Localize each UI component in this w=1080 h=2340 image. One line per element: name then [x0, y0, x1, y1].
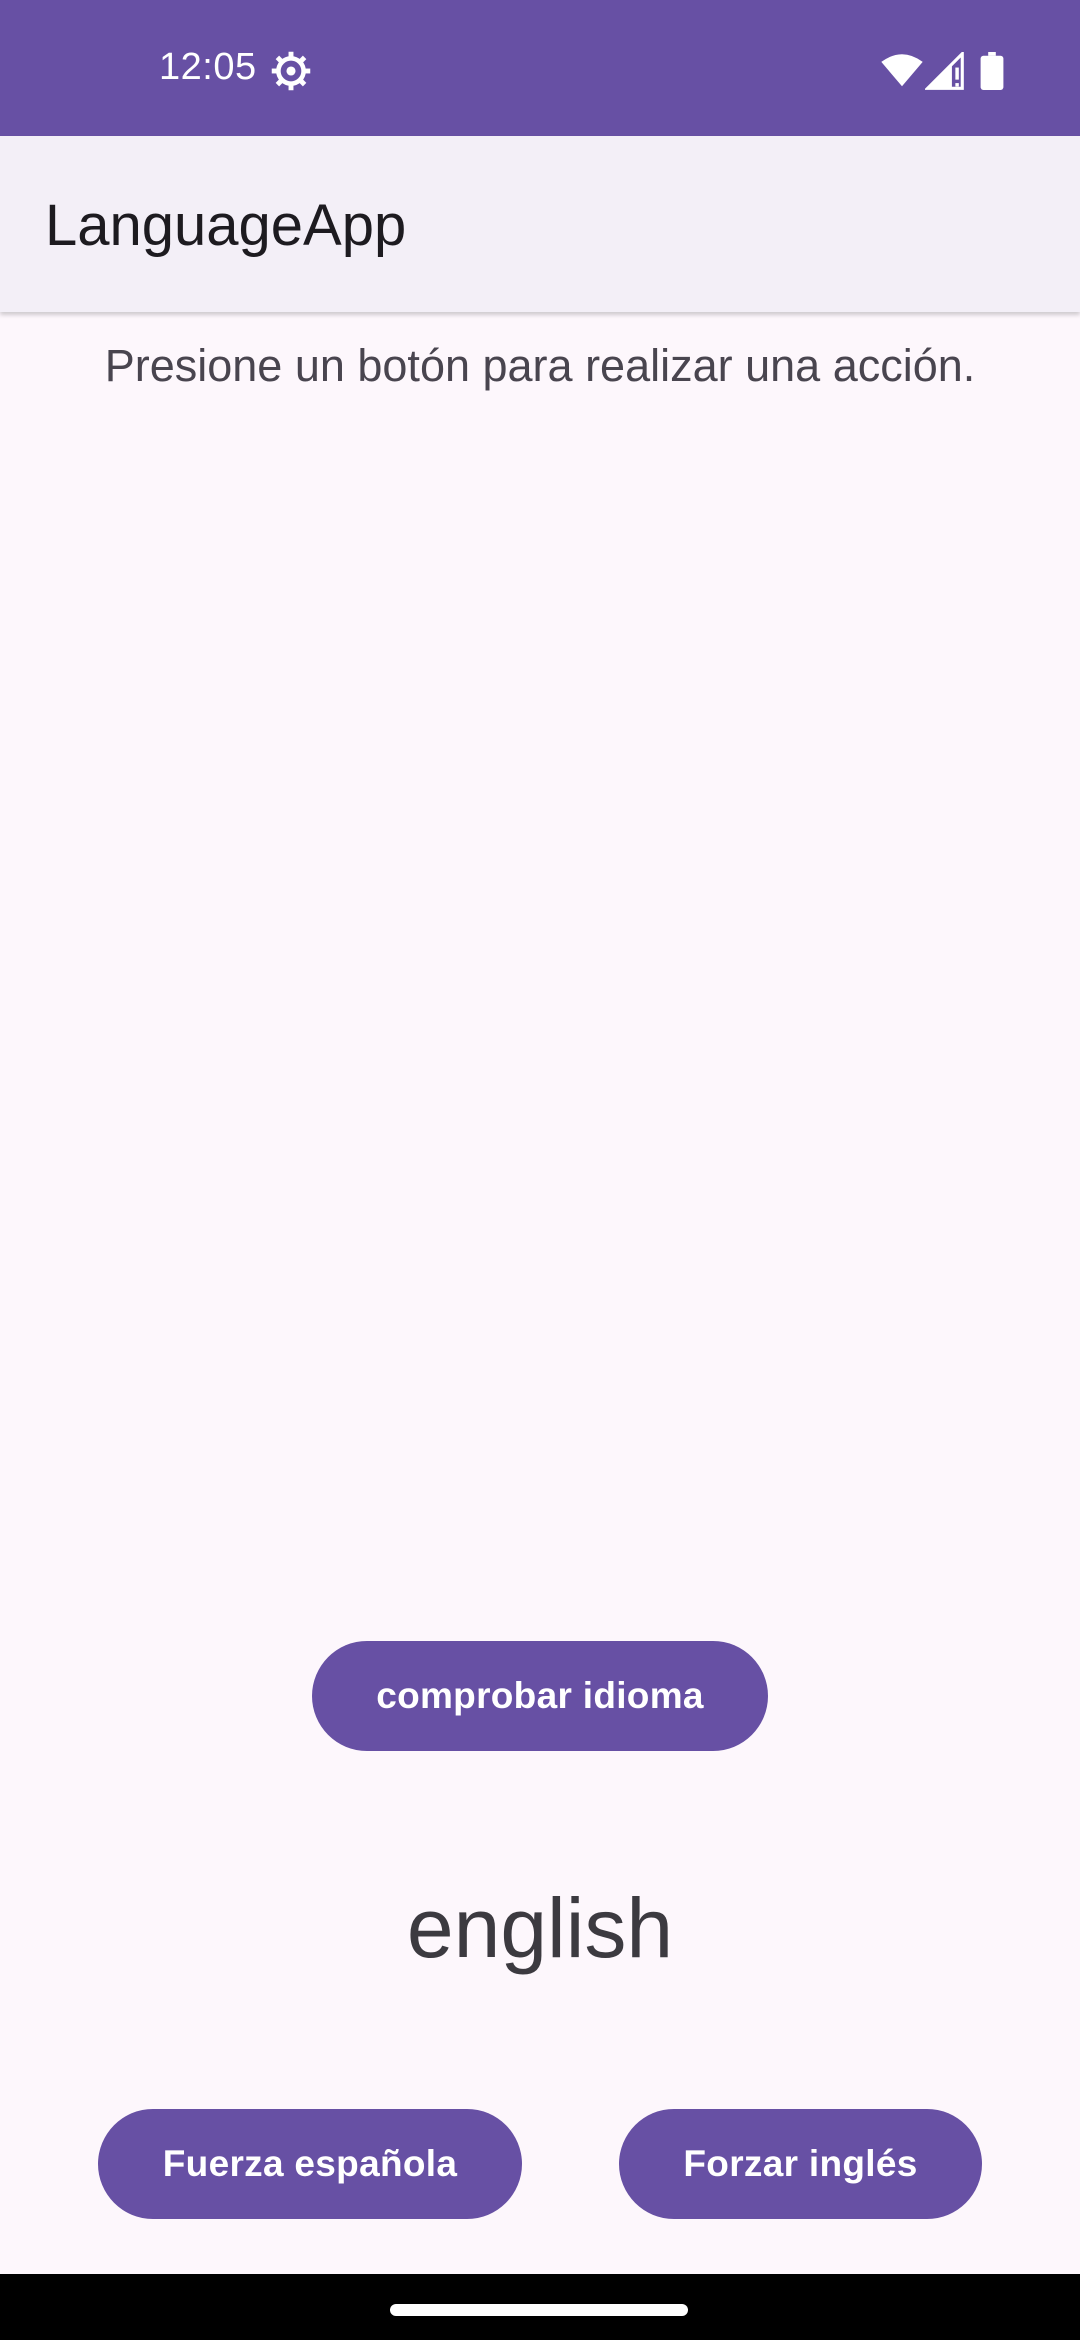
status-time: 12:05 [159, 46, 257, 88]
check-language-button[interactable]: comprobar idioma [312, 1641, 768, 1751]
detected-language-text: english [406, 1881, 674, 1975]
app-title: LanguageApp [45, 193, 407, 258]
home-handle[interactable] [390, 2304, 688, 2316]
battery-icon [980, 52, 1004, 90]
gear-icon [271, 51, 311, 91]
instruction-text: Presione un botón para realizar una acci… [104, 340, 976, 391]
force-spanish-button[interactable]: Fuerza española [98, 2109, 522, 2219]
status-bar: 12:05 [0, 0, 1080, 136]
app-bar: LanguageApp [0, 136, 1080, 312]
force-english-button[interactable]: Forzar inglés [619, 2109, 982, 2219]
navigation-bar [0, 2274, 1080, 2340]
wifi-icon [881, 54, 923, 87]
signal-icon [925, 52, 964, 90]
